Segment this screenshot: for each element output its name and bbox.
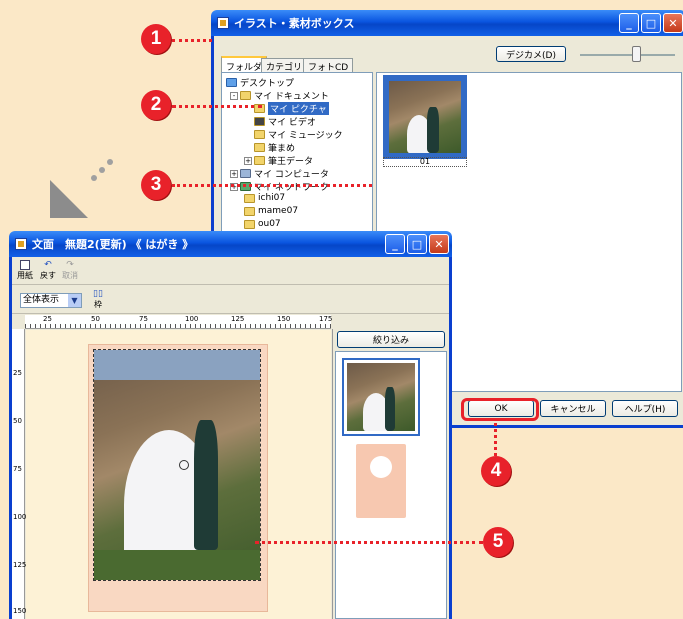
frame-icon: ▯▯ bbox=[93, 289, 103, 299]
callout-badge-5: 5 bbox=[483, 527, 513, 557]
ruler-top-label: 175 bbox=[319, 315, 333, 323]
close-button[interactable]: ✕ bbox=[663, 13, 683, 33]
view-select[interactable]: 全体表示 ▼ bbox=[20, 293, 82, 308]
camera-button[interactable]: デジカメ(D) bbox=[496, 46, 566, 62]
diagonal-arrow-icon bbox=[50, 159, 113, 218]
tree-item-mycomputer[interactable]: + マイ コンピュータ bbox=[230, 167, 329, 180]
paper-icon bbox=[20, 260, 30, 270]
maximize-button[interactable]: □ bbox=[641, 13, 661, 33]
undo-icon: ↶ bbox=[44, 260, 52, 270]
frame-button[interactable]: ▯▯ 枠 bbox=[90, 289, 106, 311]
ruler-left-label: 75 bbox=[13, 465, 22, 473]
tree-item-mydocuments[interactable]: - マイ ドキュメント bbox=[230, 89, 329, 102]
tree-item-desktop[interactable]: デスクトップ bbox=[226, 76, 294, 89]
ruler-left-label: 100 bbox=[13, 513, 27, 521]
redo-button[interactable]: ↷ 取消 bbox=[61, 260, 79, 282]
ruler-top-label: 150 bbox=[277, 315, 291, 323]
zoom-slider[interactable] bbox=[580, 46, 675, 62]
ruler-top-label: 75 bbox=[139, 315, 148, 323]
paper-button[interactable]: 用紙 bbox=[16, 260, 34, 282]
template-thumb-selected[interactable] bbox=[342, 358, 420, 436]
ruler-top-label: 125 bbox=[231, 315, 245, 323]
app-icon bbox=[217, 17, 229, 29]
tree-item-mymusic[interactable]: マイ ミュージック bbox=[254, 128, 343, 141]
callout-badge-4: 4 bbox=[481, 456, 511, 486]
photo-grass bbox=[94, 550, 260, 580]
thumbnail-selected[interactable] bbox=[383, 75, 467, 159]
tree-item-ichi07[interactable]: ichi07 bbox=[244, 193, 285, 203]
tree-item-mypictures[interactable]: マイ ピクチャ bbox=[254, 102, 329, 115]
doc-maximize-button[interactable]: □ bbox=[407, 234, 427, 254]
ruler-left-label: 125 bbox=[13, 561, 27, 569]
ruler-top-label: 100 bbox=[185, 315, 199, 323]
callout-line-2 bbox=[172, 105, 262, 108]
template-thumb-lace[interactable] bbox=[356, 444, 406, 518]
callout-line-1 bbox=[172, 39, 212, 42]
ruler-left-label: 25 bbox=[13, 369, 22, 377]
tree-item-ou07[interactable]: ou07 bbox=[244, 219, 281, 229]
doc-minimize-button[interactable]: _ bbox=[385, 234, 405, 254]
filter-button[interactable]: 絞り込み bbox=[337, 331, 445, 348]
crosshair-icon bbox=[179, 460, 189, 470]
undo-button[interactable]: ↶ 戻す bbox=[39, 260, 57, 282]
ruler-left-label: 50 bbox=[13, 417, 22, 425]
folder-tree: デスクトップ - マイ ドキュメント マイ ピクチャ マイ ビデオ マイ ミュージ… bbox=[221, 72, 373, 242]
thumbnail-photo bbox=[389, 81, 461, 153]
template-thumb-photo bbox=[347, 363, 415, 431]
edit-canvas[interactable] bbox=[26, 330, 331, 619]
callout-badge-1: 1 bbox=[141, 24, 171, 54]
callout-line-4 bbox=[494, 418, 497, 456]
tree-item-fudeoudata[interactable]: + 筆王データ bbox=[244, 154, 313, 167]
document-icon bbox=[15, 238, 27, 250]
toolbar-main: 用紙 ↶ 戻す ↷ 取消 bbox=[12, 257, 449, 285]
chevron-down-icon: ▼ bbox=[68, 294, 81, 307]
callout-line-5 bbox=[255, 541, 483, 544]
ruler-top-label: 50 bbox=[91, 315, 100, 323]
tree-item-fudemame[interactable]: 筆まめ bbox=[254, 141, 295, 154]
ok-highlight bbox=[461, 398, 539, 421]
help-button[interactable]: ヘルプ(H) bbox=[612, 400, 678, 417]
material-box-title: イラスト・素材ボックス bbox=[234, 17, 355, 30]
photo-sky bbox=[94, 350, 260, 380]
callout-badge-3: 3 bbox=[141, 170, 171, 200]
ruler-left-label: 150 bbox=[13, 607, 27, 615]
tree-item-mame07[interactable]: mame07 bbox=[244, 206, 298, 216]
callout-badge-2: 2 bbox=[141, 90, 171, 120]
photo-groom bbox=[194, 420, 218, 550]
document-title: 文面 無題2(更新) 《 はがき 》 bbox=[32, 238, 194, 251]
cancel-button[interactable]: キャンセル bbox=[540, 400, 606, 417]
placed-photo[interactable] bbox=[93, 349, 261, 581]
document-window: 文面 無題2(更新) 《 はがき 》 _ □ ✕ 用紙 ↶ 戻す ↷ 取消 全体… bbox=[9, 231, 452, 619]
zoom-slider-thumb[interactable] bbox=[632, 46, 641, 62]
template-list bbox=[335, 351, 447, 619]
redo-icon: ↷ bbox=[66, 260, 74, 270]
ruler-left: 25 50 75 100 125 150 bbox=[12, 329, 27, 619]
ruler-top: 25 50 75 100 125 150 175 bbox=[25, 315, 333, 329]
callout-line-3 bbox=[172, 184, 372, 187]
thumbnail-label: 01 bbox=[383, 157, 467, 167]
template-panel: 絞り込み bbox=[332, 329, 449, 619]
lace-icon bbox=[370, 456, 392, 478]
doc-close-button[interactable]: ✕ bbox=[429, 234, 449, 254]
toolbar-view: 全体表示 ▼ ▯▯ 枠 bbox=[12, 286, 449, 314]
minimize-button[interactable]: _ bbox=[619, 13, 639, 33]
document-titlebar: 文面 無題2(更新) 《 はがき 》 _ □ ✕ bbox=[9, 231, 452, 257]
tree-item-myvideos[interactable]: マイ ビデオ bbox=[254, 115, 316, 128]
material-box-titlebar: イラスト・素材ボックス _ □ ✕ bbox=[211, 10, 683, 36]
ruler-top-label: 25 bbox=[43, 315, 52, 323]
